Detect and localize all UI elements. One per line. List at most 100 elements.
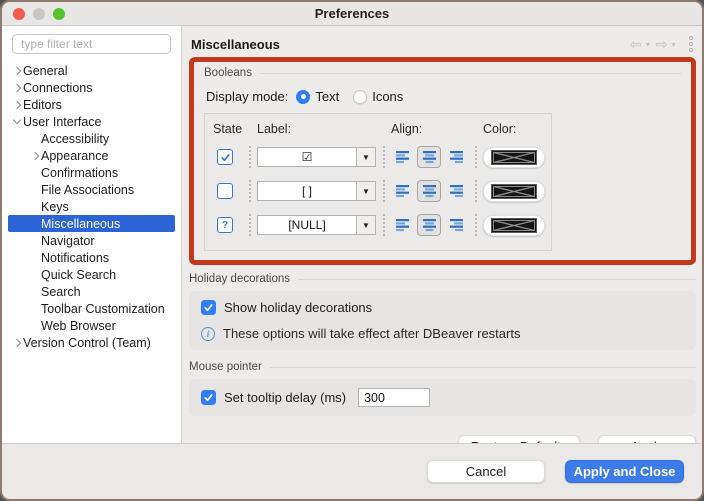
window-title: Preferences xyxy=(2,6,702,21)
align-center-button[interactable] xyxy=(417,180,441,202)
color-picker-button[interactable] xyxy=(483,181,545,202)
radio-icons-dot-icon xyxy=(353,90,367,104)
forward-dropdown-icon[interactable]: ▾ xyxy=(671,40,675,49)
sidebar-item-user-interface[interactable]: User Interface xyxy=(8,113,175,130)
sidebar-item-keys[interactable]: Keys xyxy=(8,198,175,215)
forward-icon[interactable]: ⇨ xyxy=(656,37,668,51)
state-checked-icon[interactable] xyxy=(217,149,233,165)
chevron-spacer xyxy=(29,184,41,196)
dotted-separator xyxy=(469,140,483,174)
preferences-sidebar: GeneralConnections Editors User Interface A… xyxy=(2,26,182,443)
radio-icons[interactable]: Icons xyxy=(353,89,403,104)
back-icon[interactable]: ⇦ xyxy=(630,37,642,51)
sidebar-item-connections[interactable]: Connections xyxy=(8,79,175,96)
titlebar: Preferences xyxy=(2,2,702,26)
sidebar-item-search[interactable]: Search xyxy=(8,283,175,300)
align-left-button[interactable] xyxy=(391,146,415,168)
column-header-align: Align: xyxy=(391,122,483,136)
dotted-separator xyxy=(243,140,257,174)
chevron-spacer xyxy=(29,252,41,264)
chevron-spacer xyxy=(29,201,41,213)
chevron-right-icon[interactable] xyxy=(11,337,23,349)
label-combo-value[interactable]: ☑ xyxy=(257,147,357,167)
sidebar-item-appearance[interactable]: Appearance xyxy=(8,147,175,164)
preferences-window: Preferences GeneralConnections Editors Use… xyxy=(0,0,704,501)
dotted-separator xyxy=(377,174,391,208)
show-holiday-decorations-checkbox[interactable]: Show holiday decorations xyxy=(201,300,684,315)
sidebar-item-label: User Interface xyxy=(23,115,102,129)
align-left-button[interactable] xyxy=(391,214,415,236)
filter-input[interactable] xyxy=(12,34,171,54)
restore-defaults-button[interactable]: Restore Defaults xyxy=(458,435,580,443)
chevron-spacer xyxy=(29,303,41,315)
sidebar-item-file-associations[interactable]: File Associations xyxy=(8,181,175,198)
align-right-button[interactable] xyxy=(443,214,467,236)
chevron-spacer xyxy=(29,320,41,332)
info-icon: i xyxy=(201,327,215,341)
state-unchecked-icon[interactable] xyxy=(217,183,233,199)
sidebar-item-label: Web Browser xyxy=(41,319,116,333)
align-right-button[interactable] xyxy=(443,180,467,202)
group-rule xyxy=(298,279,696,280)
apply-button[interactable]: Apply xyxy=(598,435,696,443)
group-rule xyxy=(270,367,696,368)
radio-text[interactable]: Text xyxy=(296,89,339,104)
sidebar-item-label: Version Control (Team) xyxy=(23,336,151,350)
sidebar-item-label: File Associations xyxy=(41,183,134,197)
radio-text-dot-icon xyxy=(296,90,310,104)
sidebar-item-web-browser[interactable]: Web Browser xyxy=(8,317,175,334)
sidebar-item-label: Accessibility xyxy=(41,132,109,146)
sidebar-item-label: Toolbar Customization xyxy=(41,302,165,316)
sidebar-item-confirmations[interactable]: Confirmations xyxy=(8,164,175,181)
checkbox-checked-icon xyxy=(201,390,216,405)
dotted-separator xyxy=(469,208,483,242)
chevron-right-icon[interactable] xyxy=(11,99,23,111)
sidebar-item-notifications[interactable]: Notifications xyxy=(8,249,175,266)
align-right-button[interactable] xyxy=(443,146,467,168)
state-question-icon[interactable]: ? xyxy=(217,217,233,233)
chevron-spacer xyxy=(29,235,41,247)
combo-dropdown-icon[interactable]: ▼ xyxy=(357,181,376,201)
chevron-down-icon[interactable] xyxy=(11,116,23,128)
sidebar-item-general[interactable]: General xyxy=(8,62,175,79)
booleans-annotation-box: Booleans Display mode: Text Icons xyxy=(189,57,696,265)
align-left-button[interactable] xyxy=(391,180,415,202)
group-rule xyxy=(260,73,681,74)
combo-dropdown-icon[interactable]: ▼ xyxy=(357,215,376,235)
booleans-group-label: Booleans xyxy=(204,67,252,79)
back-dropdown-icon[interactable]: ▾ xyxy=(646,40,650,49)
dotted-separator xyxy=(377,208,391,242)
sidebar-item-accessibility[interactable]: Accessibility xyxy=(8,130,175,147)
chevron-right-icon[interactable] xyxy=(29,150,41,162)
column-header-color: Color: xyxy=(483,122,516,136)
sidebar-item-miscellaneous[interactable]: Miscellaneous xyxy=(8,215,175,232)
chevron-spacer xyxy=(29,167,41,179)
boolean-row-checked: ☑▼ xyxy=(213,140,543,174)
sidebar-item-toolbar-customization[interactable]: Toolbar Customization xyxy=(8,300,175,317)
label-combo-value[interactable]: [ ] xyxy=(257,181,357,201)
tooltip-delay-input[interactable] xyxy=(358,388,430,407)
sidebar-item-navigator[interactable]: Navigator xyxy=(8,232,175,249)
align-center-button[interactable] xyxy=(417,214,441,236)
view-menu-icon[interactable] xyxy=(686,35,697,54)
column-header-state: State xyxy=(213,122,257,136)
color-picker-button[interactable] xyxy=(483,147,545,168)
sidebar-item-editors[interactable]: Editors xyxy=(8,96,175,113)
color-picker-button[interactable] xyxy=(483,215,545,236)
chevron-right-icon[interactable] xyxy=(11,82,23,94)
label-combo-value[interactable]: [NULL] xyxy=(257,215,357,235)
combo-dropdown-icon[interactable]: ▼ xyxy=(357,147,376,167)
miscellaneous-page: Miscellaneous ⇦▾ ⇨▾ Booleans Display mod… xyxy=(182,26,702,443)
chevron-right-icon[interactable] xyxy=(11,65,23,77)
dialog-footer: Cancel Apply and Close xyxy=(2,443,702,499)
sidebar-item-label: Editors xyxy=(23,98,62,112)
sidebar-item-quick-search[interactable]: Quick Search xyxy=(8,266,175,283)
page-title: Miscellaneous xyxy=(189,37,280,52)
apply-and-close-button[interactable]: Apply and Close xyxy=(565,460,684,483)
align-center-button[interactable] xyxy=(417,146,441,168)
sidebar-item-label: Confirmations xyxy=(41,166,118,180)
cancel-button[interactable]: Cancel xyxy=(427,460,545,483)
sidebar-item-label: Search xyxy=(41,285,81,299)
set-tooltip-delay-checkbox[interactable]: Set tooltip delay (ms) xyxy=(201,388,684,407)
sidebar-item-version-control-team[interactable]: Version Control (Team) xyxy=(8,334,175,351)
